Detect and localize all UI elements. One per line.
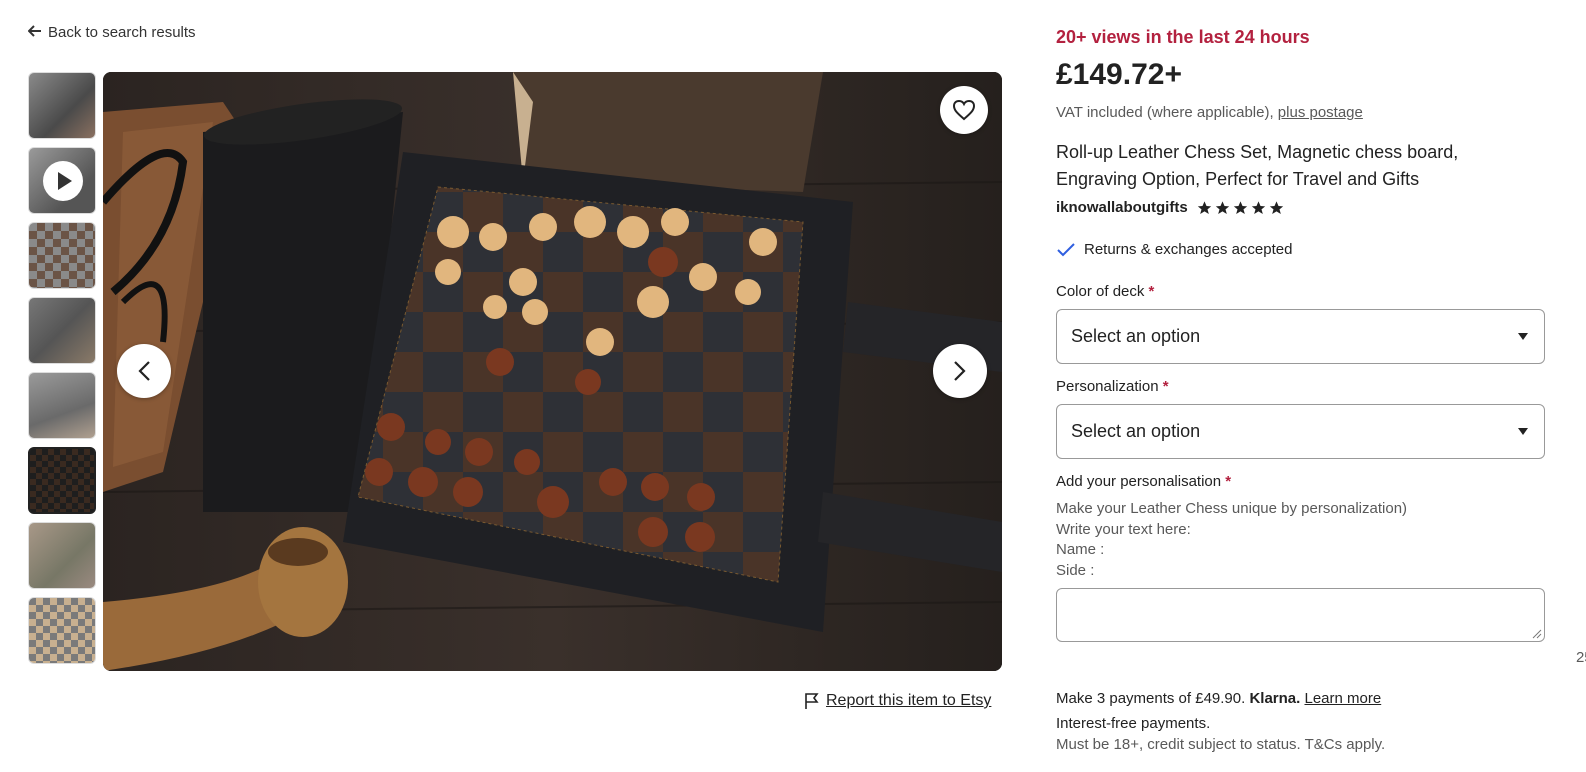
check-icon	[1057, 242, 1075, 256]
instruction-line: Side :	[1056, 562, 1095, 580]
caret-down-icon	[1518, 333, 1528, 340]
thumbnail-1[interactable]	[28, 72, 96, 139]
star-icon	[1215, 200, 1229, 214]
terms-text: Must be 18+, credit subject to status. T…	[1056, 736, 1386, 753]
back-to-search-link[interactable]: Back to search results	[27, 24, 196, 41]
plus-postage-link[interactable]: plus postage	[1278, 104, 1363, 121]
previous-image-button[interactable]	[117, 344, 171, 398]
add-personalisation-label-text: Add your personalisation	[1056, 473, 1222, 490]
personalization-select[interactable]: Select an option	[1056, 404, 1545, 459]
views-notice: 20+ views in the last 24 hours	[1056, 27, 1310, 47]
star-icon	[1233, 200, 1247, 214]
learn-more-link[interactable]: Learn more	[1304, 690, 1381, 707]
vat-text: VAT included (where applicable),	[1056, 104, 1274, 121]
chevron-right-icon	[954, 361, 966, 381]
thumbnail-8[interactable]	[28, 597, 96, 664]
color-select-value: Select an option	[1071, 326, 1201, 346]
required-marker: *	[1225, 473, 1232, 490]
report-label: Report this item to Etsy	[826, 692, 992, 709]
char-counter: 256	[1575, 649, 1586, 666]
color-select[interactable]: Select an option	[1056, 309, 1545, 364]
color-label-text: Color of deck	[1056, 283, 1145, 300]
price: £149.72+	[1056, 58, 1182, 91]
vat-info: VAT included (where applicable), plus po…	[1056, 104, 1363, 121]
product-title: Roll-up Leather Chess Set, Magnetic ches…	[1056, 142, 1459, 189]
left-arrow-icon	[27, 24, 42, 41]
main-product-image	[103, 72, 1002, 671]
report-item-link[interactable]: Report this item to Etsy	[804, 692, 991, 710]
klarna-text: Make 3 payments of £49.90.	[1056, 690, 1246, 707]
instruction-line: Name :	[1056, 541, 1105, 559]
klarna-info: Make 3 payments of £49.90. Klarna. Learn…	[1056, 690, 1381, 707]
thumbnail-5[interactable]	[28, 372, 96, 439]
thumbnail-3[interactable]	[28, 222, 96, 289]
personalization-select-value: Select an option	[1071, 421, 1201, 441]
returns-info: Returns & exchanges accepted	[1056, 241, 1292, 258]
returns-text: Returns & exchanges accepted	[1084, 241, 1293, 258]
personalization-label: Personalization *	[1056, 378, 1169, 395]
thumbnail-strip	[28, 72, 98, 670]
star-icon	[1269, 200, 1283, 214]
heart-icon	[952, 99, 976, 121]
caret-down-icon	[1518, 428, 1528, 435]
resize-handle-icon[interactable]	[1532, 629, 1542, 639]
personalization-label-text: Personalization	[1056, 378, 1159, 395]
flag-icon	[805, 693, 819, 709]
personalisation-textarea[interactable]	[1056, 588, 1545, 642]
instruction-line: Write your text here:	[1056, 520, 1191, 538]
thumbnail-4[interactable]	[28, 297, 96, 364]
star-icon	[1197, 200, 1211, 214]
next-image-button[interactable]	[933, 344, 987, 398]
favorite-button[interactable]	[940, 86, 988, 134]
add-personalisation-label: Add your personalisation *	[1056, 473, 1231, 490]
thumbnail-6[interactable]	[28, 447, 96, 514]
interest-free-text: Interest-free payments.	[1056, 715, 1211, 732]
play-icon	[43, 161, 83, 201]
color-label: Color of deck *	[1056, 283, 1154, 300]
instruction-line: Make your Leather Chess unique by person…	[1056, 500, 1408, 517]
star-icon	[1251, 200, 1265, 214]
back-label: Back to search results	[48, 24, 196, 41]
seller-row: iknowallaboutgifts	[1056, 199, 1285, 216]
required-marker: *	[1148, 283, 1155, 300]
klarna-brand: Klarna.	[1249, 690, 1301, 707]
required-marker: *	[1162, 378, 1169, 395]
personalisation-instructions: Make your Leather Chess unique by person…	[1056, 499, 1407, 582]
thumbnail-video[interactable]	[28, 147, 96, 214]
chevron-left-icon	[138, 361, 150, 381]
seller-name-link[interactable]: iknowallaboutgifts	[1056, 199, 1188, 216]
thumbnail-7[interactable]	[28, 522, 96, 589]
rating-stars	[1196, 200, 1285, 216]
